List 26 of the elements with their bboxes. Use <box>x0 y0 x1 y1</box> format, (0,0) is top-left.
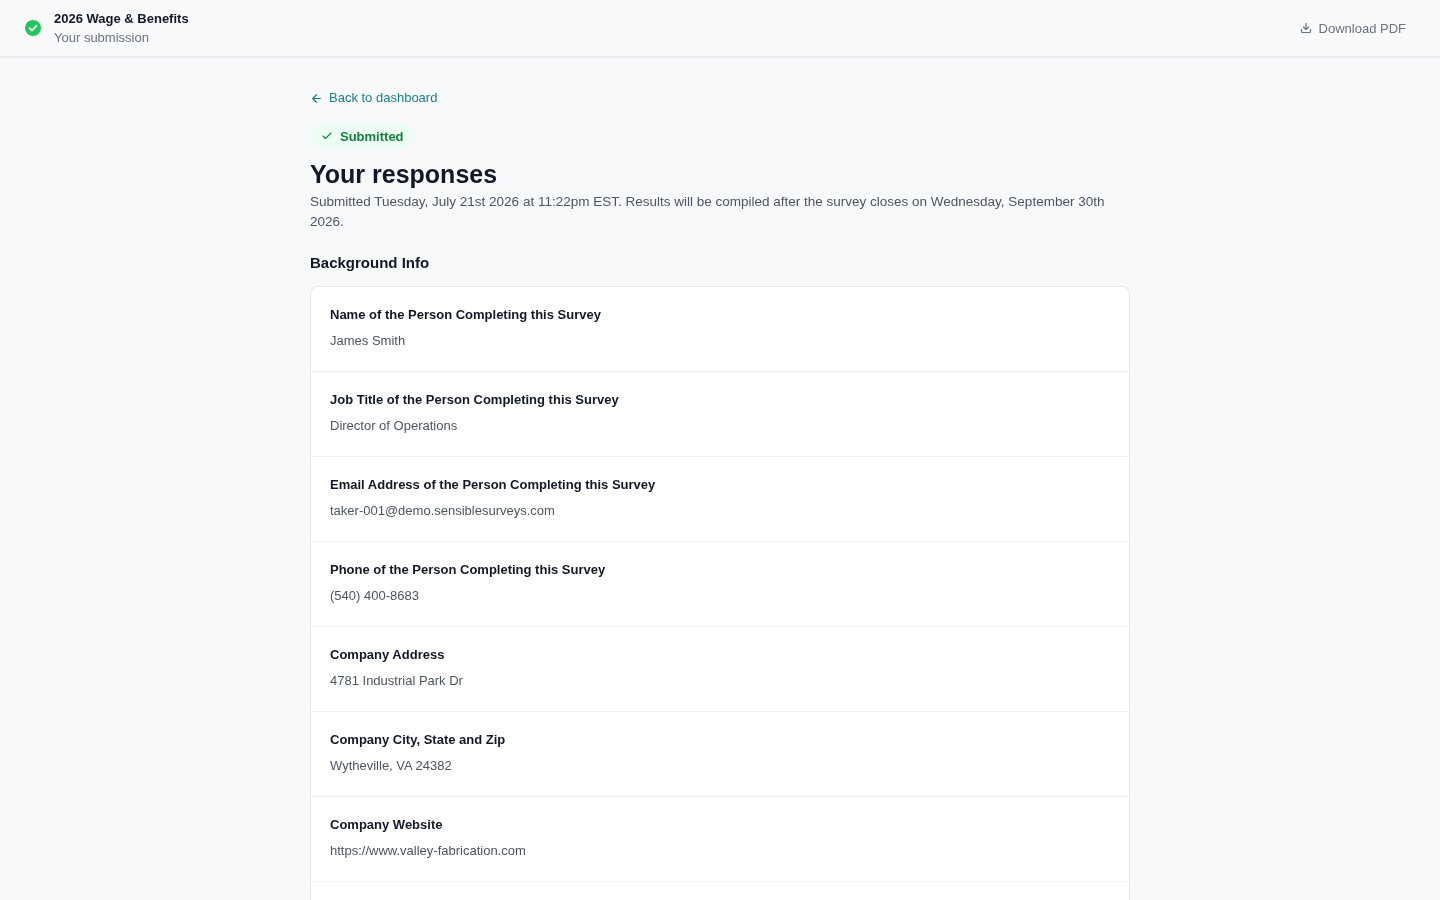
answer-text: Wytheville, VA 24382 <box>330 757 453 775</box>
answer-text: Director of Operations <box>330 417 459 435</box>
survey-subtitle: Your submission <box>54 29 150 46</box>
arrow-left-icon <box>310 91 323 105</box>
check-icon <box>321 130 333 142</box>
answer-text: (540) 400-8683 <box>330 587 420 605</box>
back-link[interactable]: Back to dashboard <box>310 88 438 108</box>
submission-description: Submitted Tuesday, July 21st 2026 at 11:22pm EST. Results will be compiled after the survey closes on Wednesday, September 30th 2026. <box>310 193 1106 231</box>
question-label: Phone of the Person Completing this Survey <box>330 562 607 578</box>
question-label: Email Address of the Person Completing this Survey <box>330 477 657 493</box>
question-label: Company Address <box>330 647 446 663</box>
check-circle-icon <box>25 20 41 36</box>
answer-text: https://www.valley-fabrication.com <box>330 842 527 860</box>
page-heading: Your responses <box>310 159 498 190</box>
answer-text: taker-001@demo.sensiblesurveys.com <box>330 502 556 520</box>
answer-text: James Smith <box>330 332 407 350</box>
answer-text: 4781 Industrial Park Dr <box>330 672 464 690</box>
status-badge: Submitted <box>310 124 414 148</box>
question-label: Company Website <box>330 817 444 833</box>
download-pdf-link[interactable]: Download PDF <box>1299 18 1406 38</box>
survey-title: 2026 Wage & Benefits <box>54 10 189 27</box>
question-label: Name of the Person Completing this Survey <box>330 307 602 323</box>
section-title: Background Info <box>310 253 430 273</box>
question-label: Job Title of the Person Completing this Survey <box>330 392 620 408</box>
question-label: Company City, State and Zip <box>330 732 507 748</box>
download-icon <box>1299 22 1312 34</box>
